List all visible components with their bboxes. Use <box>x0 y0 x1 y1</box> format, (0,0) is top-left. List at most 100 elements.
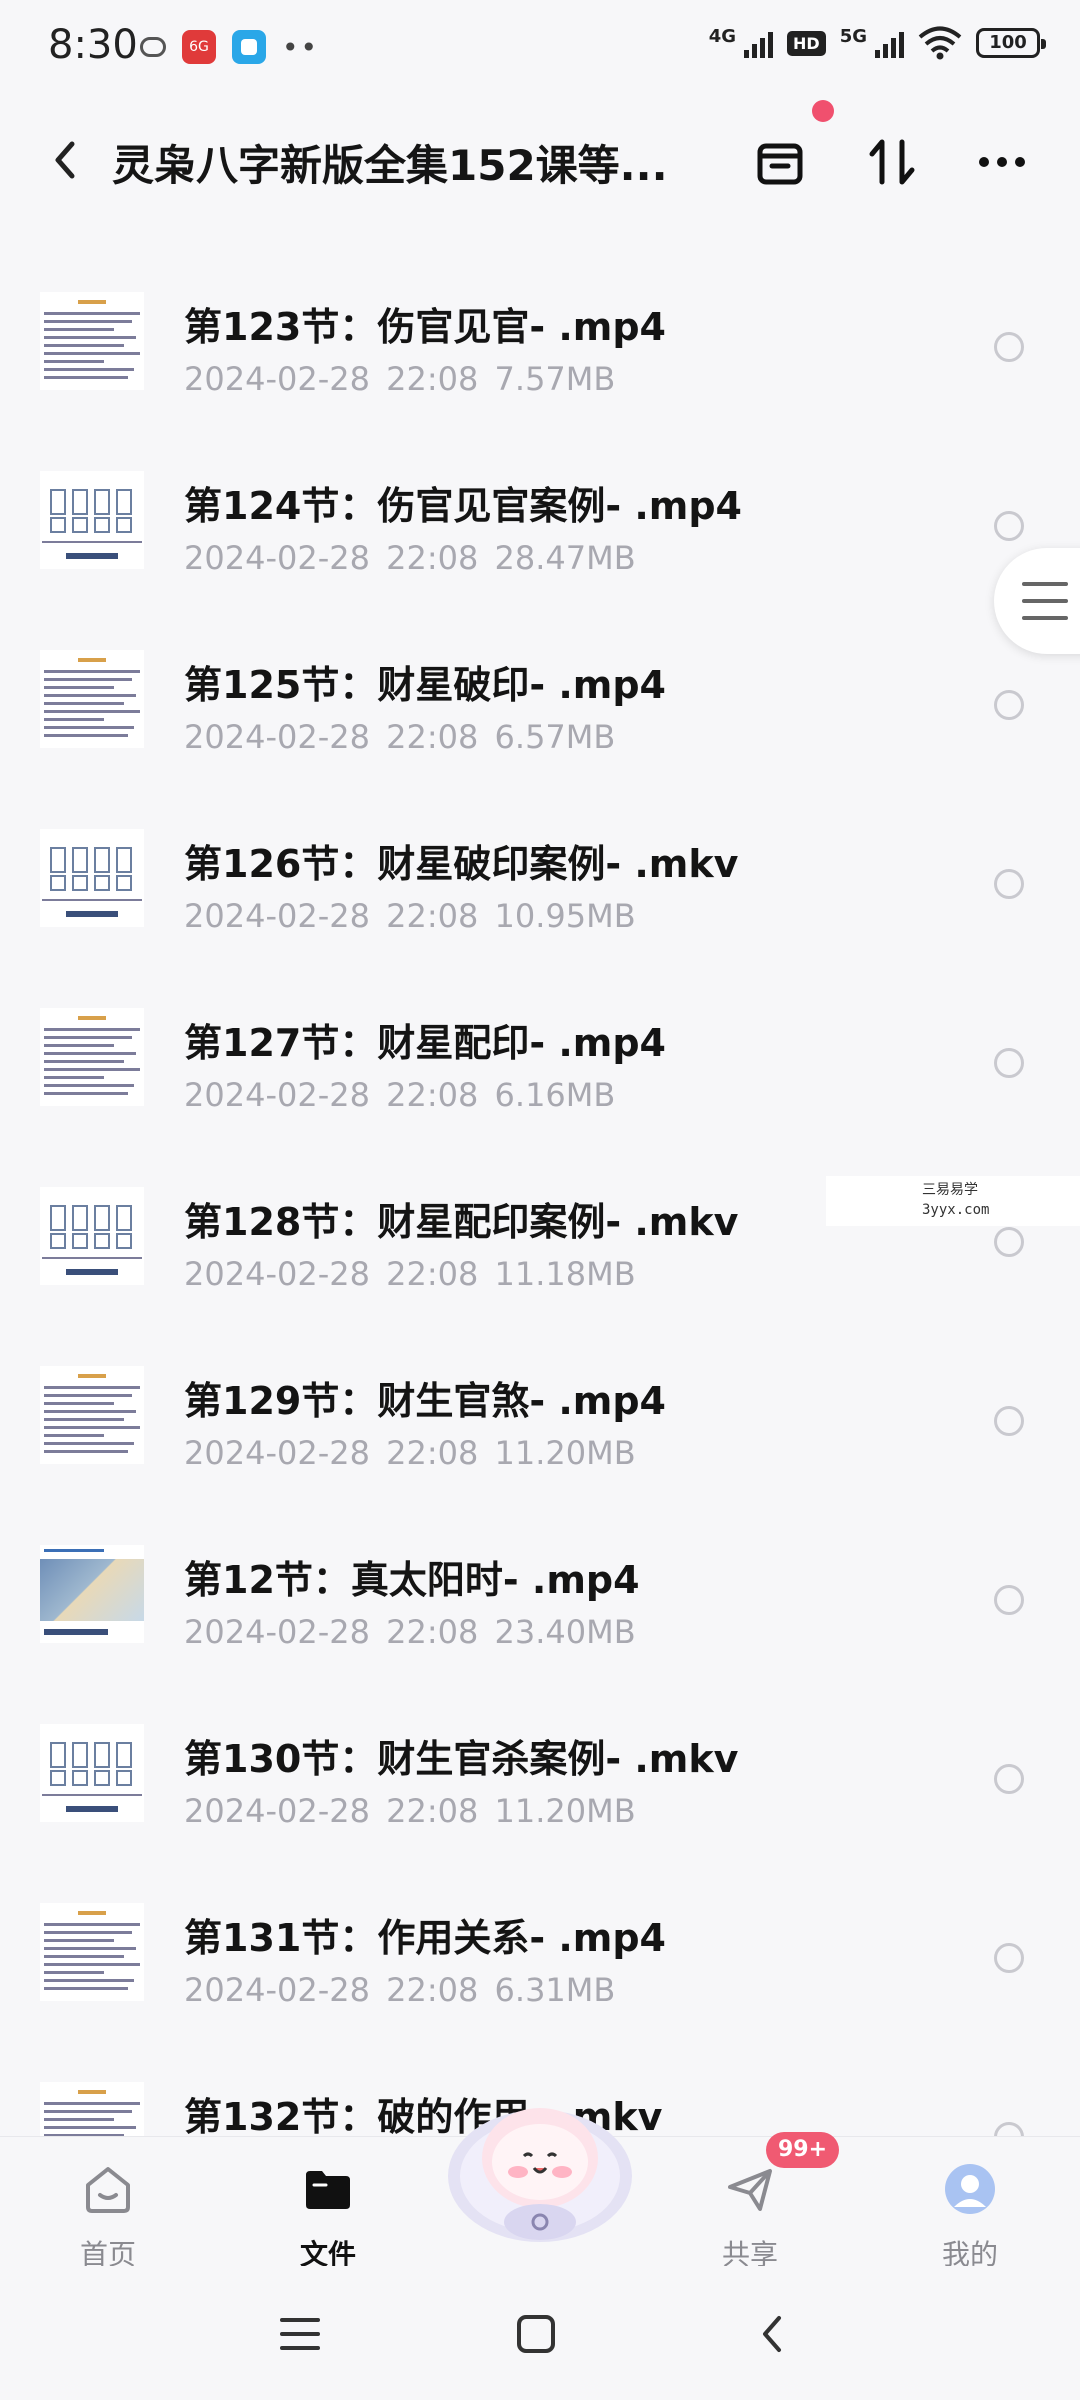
thumb-box <box>94 517 110 533</box>
file-row[interactable]: 第127节：财星配印- .mp4 2024-02-28 22:08 6.16MB <box>0 976 1080 1155</box>
home-button[interactable] <box>506 2304 566 2364</box>
file-thumbnail <box>40 1903 144 2001</box>
thumb-map <box>40 1559 144 1621</box>
thumb-box <box>116 1742 132 1768</box>
thumb-box <box>50 489 66 515</box>
system-back-button[interactable] <box>742 2304 802 2364</box>
file-row[interactable]: 第124节：伤官见官案例- .mp4 2024-02-28 22:08 28.47… <box>0 439 1080 618</box>
file-meta: 2024-02-28 22:08 28.47MB <box>184 539 636 577</box>
file-meta: 2024-02-28 22:08 7.57MB <box>184 360 615 398</box>
select-checkbox[interactable] <box>994 1227 1024 1257</box>
select-checkbox[interactable] <box>994 332 1024 362</box>
thumb-line <box>44 726 134 729</box>
thumb-line <box>44 1450 128 1453</box>
select-checkbox[interactable] <box>994 1764 1024 1794</box>
thumb-box <box>116 1770 132 1786</box>
select-checkbox[interactable] <box>994 1585 1024 1615</box>
thumb-box <box>94 1770 110 1786</box>
file-row[interactable]: 第129节：财生官煞- .mp4 2024-02-28 22:08 11.20MB <box>0 1334 1080 1513</box>
square-icon <box>517 2315 555 2353</box>
file-thumbnail <box>40 292 144 390</box>
nav-home[interactable]: 首页 <box>38 2151 178 2271</box>
file-name: 第12节：真太阳时- .mp4 <box>184 1558 640 1602</box>
thumb-heading <box>78 1374 106 1378</box>
thumb-box <box>72 1233 88 1249</box>
thumb-box <box>50 1770 66 1786</box>
select-checkbox[interactable] <box>994 1406 1024 1436</box>
chevron-left-icon <box>763 2316 781 2352</box>
thumb-line <box>44 312 140 315</box>
file-row[interactable]: 第130节：财生官杀案例- .mkv 2024-02-28 22:08 11.20… <box>0 1692 1080 1871</box>
thumb-box <box>116 875 132 891</box>
file-size: 7.57MB <box>494 360 616 398</box>
file-time: 22:08 <box>386 1255 479 1293</box>
thumb-box <box>50 847 66 873</box>
select-checkbox[interactable] <box>994 869 1024 899</box>
file-time: 22:08 <box>386 539 479 577</box>
select-checkbox[interactable] <box>994 511 1024 541</box>
thumb-box <box>94 1742 110 1768</box>
top-app-bar: 灵枭八字新版全集152课等... <box>0 100 1080 210</box>
file-date: 2024-02-28 <box>184 1255 370 1293</box>
sort-button[interactable] <box>860 130 924 194</box>
notification-dot <box>812 100 834 122</box>
thumb-box <box>94 489 110 515</box>
back-button[interactable] <box>40 132 90 188</box>
file-row[interactable]: 第125节：财星破印- .mp4 2024-02-28 22:08 6.57MB <box>0 618 1080 797</box>
thumb-line <box>44 1426 140 1429</box>
thumb-heading <box>78 1016 106 1020</box>
thumb-line <box>44 1971 104 1974</box>
file-meta: 2024-02-28 22:08 6.16MB <box>184 1076 615 1114</box>
file-row[interactable]: 第131节：作用关系- .mp4 2024-02-28 22:08 6.31MB <box>0 1871 1080 2050</box>
thumb-line <box>44 1036 132 1039</box>
file-thumbnail <box>40 1366 144 1464</box>
file-date: 2024-02-28 <box>184 360 370 398</box>
thumb-line <box>44 1963 140 1966</box>
app-notification-icon: 6G <box>182 30 216 64</box>
thumb-box <box>116 1205 132 1231</box>
thumb-box <box>116 847 132 873</box>
nav-me[interactable]: 我的 <box>900 2151 1040 2271</box>
file-meta: 2024-02-28 22:08 6.57MB <box>184 718 615 756</box>
thumb-line <box>44 1084 134 1087</box>
hd-badge: HD <box>787 30 826 56</box>
more-options-button[interactable] <box>970 130 1034 194</box>
thumb-box <box>72 1205 88 1231</box>
thumb-box <box>72 1742 88 1768</box>
thumb-line <box>44 1060 124 1063</box>
file-date: 2024-02-28 <box>184 1434 370 1472</box>
status-bar: 8:30 6G •• 4G HD 5G 100 <box>0 0 1080 100</box>
file-time: 22:08 <box>386 1434 479 1472</box>
thumb-box <box>50 517 66 533</box>
mascot-icon[interactable] <box>440 2080 640 2250</box>
thumb-line <box>44 1939 114 1942</box>
file-date: 2024-02-28 <box>184 897 370 935</box>
file-row[interactable]: 第12节：真太阳时- .mp4 2024-02-28 22:08 23.40MB <box>0 1513 1080 1692</box>
app-notification-icon-blue <box>232 30 266 64</box>
thumb-box <box>72 489 88 515</box>
recent-apps-button[interactable] <box>270 2304 330 2364</box>
avatar-icon <box>945 2164 995 2214</box>
thumb-line <box>42 899 142 901</box>
nav-files[interactable]: 文件 <box>258 2151 398 2271</box>
thumb-line <box>44 1987 128 1990</box>
file-size: 11.20MB <box>494 1434 636 1472</box>
thumb-line <box>42 541 142 543</box>
select-checkbox[interactable] <box>994 1048 1024 1078</box>
select-checkbox[interactable] <box>994 690 1024 720</box>
file-row[interactable]: 第126节：财星破印案例- .mkv 2024-02-28 22:08 10.95… <box>0 797 1080 976</box>
recycle-bin-button[interactable] <box>748 130 812 194</box>
file-row[interactable]: 第123节：伤官见官- .mp4 2024-02-28 22:08 7.57MB <box>0 260 1080 439</box>
select-checkbox[interactable] <box>994 2122 1024 2136</box>
thumb-line <box>44 1923 140 1926</box>
select-checkbox[interactable] <box>994 1943 1024 1973</box>
file-name: 第123节：伤官见官- .mp4 <box>184 305 666 349</box>
menu-lines-icon <box>280 2318 320 2350</box>
thumb-line <box>44 2126 136 2129</box>
thumb-line <box>44 352 140 355</box>
thumb-line <box>44 686 114 689</box>
thumb-line <box>44 718 104 721</box>
thumb-line <box>44 328 114 331</box>
thumb-line <box>44 1402 114 1405</box>
file-date: 2024-02-28 <box>184 539 370 577</box>
